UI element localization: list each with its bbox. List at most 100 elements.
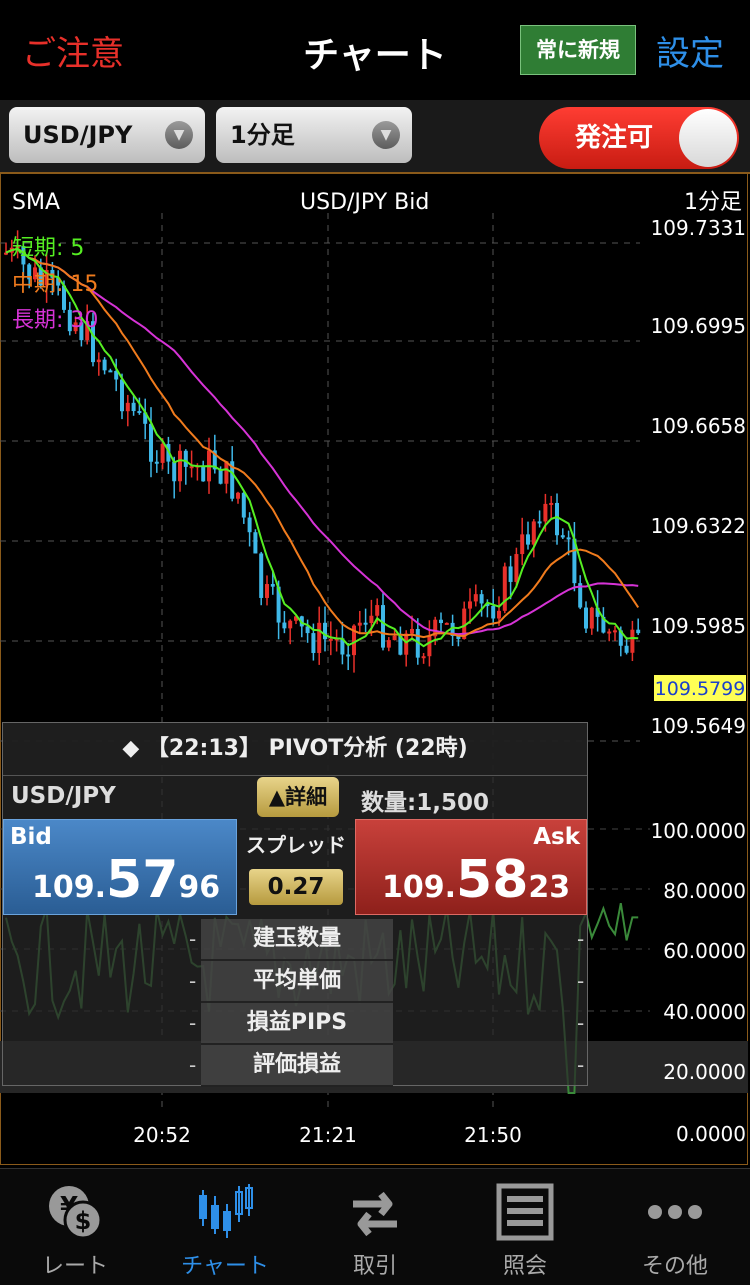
- chevron-down-icon: ▼: [372, 121, 400, 149]
- time-tick-label: 20:52: [133, 1123, 191, 1147]
- position-qty-left: -: [189, 927, 197, 951]
- oscillator-tick-label: 100.0000: [651, 819, 746, 843]
- candle-body: [549, 502, 554, 505]
- candle-body: [357, 622, 362, 626]
- price-tick-label: 109.5985: [651, 614, 746, 638]
- ask-label: Ask: [533, 824, 580, 850]
- candle-body: [589, 607, 594, 629]
- candle-body: [346, 654, 351, 657]
- time-tick-label: 21:21: [299, 1123, 357, 1147]
- list-icon: [496, 1183, 554, 1241]
- avg-price-left: -: [189, 969, 197, 993]
- candle-body: [247, 517, 252, 533]
- candle-body: [630, 629, 635, 653]
- candle-body: [410, 628, 414, 634]
- price-tick-label: 109.5649: [651, 714, 746, 738]
- candle-body: [613, 630, 617, 633]
- bid-button[interactable]: Bid 109.5796: [3, 819, 237, 915]
- ask-button[interactable]: Ask 109.5823: [355, 819, 587, 915]
- chart-symbol: USD/JPY Bid: [300, 190, 429, 215]
- timeframe-select[interactable]: 1分足 ▼: [216, 107, 412, 163]
- tab-rate-label: レート: [41, 1254, 108, 1279]
- candle-body: [439, 619, 443, 624]
- candle-body: [497, 610, 501, 619]
- candle-body: [259, 553, 264, 598]
- candle-body: [473, 594, 478, 602]
- candle-body: [404, 633, 409, 655]
- candle-body: [323, 622, 327, 640]
- candle-body: [201, 465, 206, 482]
- candle-body: [636, 629, 641, 634]
- time-tick-label: 21:50: [464, 1123, 522, 1147]
- candle-body: [96, 359, 101, 363]
- indicator-label: SMA: [12, 190, 60, 215]
- oscillator-tick-label: 20.0000: [663, 1060, 746, 1084]
- candle-body: [102, 359, 107, 371]
- tab-more[interactable]: その他: [600, 1168, 750, 1284]
- toggle-knob: [679, 109, 737, 167]
- chevron-down-icon: ▼: [165, 121, 193, 149]
- candle-body: [369, 615, 374, 624]
- tab-trade[interactable]: 取引: [300, 1168, 450, 1284]
- pivot-panel: ◆ 【22:13】 PIVOT分析 (22時) USD/JPY ▲詳細 数量:1…: [2, 722, 588, 1087]
- candle-body: [328, 638, 333, 641]
- candle-body: [253, 532, 258, 554]
- candle-body: [491, 606, 496, 619]
- tab-inquiry[interactable]: 照会: [450, 1168, 600, 1284]
- oscillator-tick-label: 80.0000: [663, 879, 746, 903]
- order-enabled-toggle[interactable]: 発注可: [539, 107, 739, 169]
- timeframe-value: 1分足: [230, 121, 295, 149]
- candle-body: [584, 607, 588, 629]
- detail-button[interactable]: ▲詳細: [257, 777, 339, 817]
- tab-chart[interactable]: チャート: [150, 1168, 300, 1284]
- valuation-pl-right: -: [577, 1053, 585, 1077]
- spread-label: スプレッド: [246, 833, 346, 857]
- sma-short-line: [5, 247, 639, 648]
- bid-label: Bid: [10, 824, 52, 850]
- candle-body: [555, 502, 559, 536]
- yen-dollar-icon: ¥ $: [49, 1186, 103, 1240]
- pl-pips-right: -: [577, 1011, 585, 1035]
- pivot-heading[interactable]: ◆ 【22:13】 PIVOT分析 (22時): [3, 723, 587, 776]
- tab-rate[interactable]: ¥ $ レート: [0, 1168, 150, 1284]
- candle-body: [224, 461, 229, 484]
- sma-short-label: 短期: 5: [12, 236, 84, 261]
- always-new-button[interactable]: 常に新規: [520, 25, 636, 75]
- avg-price-row: 平均単価: [201, 961, 393, 1003]
- candle-body: [108, 370, 113, 373]
- candle-body: [178, 450, 182, 482]
- candle-body: [172, 461, 177, 482]
- candle-body: [317, 622, 322, 653]
- quantity-label[interactable]: 数量:1,500: [361, 783, 489, 817]
- candle-body: [218, 469, 223, 484]
- candle-body: [375, 605, 380, 616]
- panel-currency-pair: USD/JPY: [11, 783, 116, 809]
- candle-body: [381, 605, 385, 648]
- candle-body: [531, 521, 536, 545]
- candle-body: [183, 450, 188, 467]
- candle-body: [392, 635, 397, 641]
- candle-body: [154, 461, 159, 464]
- candle-body: [125, 402, 130, 412]
- more-dots-icon: [648, 1205, 702, 1219]
- candle-body: [241, 492, 246, 518]
- oscillator-tick-label: 60.0000: [663, 939, 746, 963]
- current-price-label: 109.5799: [655, 678, 746, 700]
- candle-body: [502, 566, 507, 611]
- pl-pips-left: -: [189, 1011, 197, 1035]
- tab-chart-label: チャート: [181, 1254, 269, 1279]
- candle-body: [311, 633, 316, 653]
- candle-body: [427, 636, 432, 657]
- price-tick-label: 109.7331: [651, 216, 746, 240]
- candlestick-icon: [199, 1184, 253, 1238]
- sma-mid-label: 中期: 15: [12, 272, 98, 297]
- settings-button[interactable]: 設定: [656, 26, 724, 75]
- spread-value: 0.27: [249, 869, 343, 905]
- candle-body: [607, 631, 612, 634]
- order-enabled-label: 発注可: [575, 123, 654, 153]
- pl-pips-row: 損益PIPS: [201, 1003, 393, 1045]
- valuation-pl-left: -: [189, 1053, 197, 1077]
- candle-body: [137, 411, 142, 414]
- currency-pair-select[interactable]: USD/JPY ▼: [9, 107, 205, 163]
- candle-body: [566, 537, 571, 540]
